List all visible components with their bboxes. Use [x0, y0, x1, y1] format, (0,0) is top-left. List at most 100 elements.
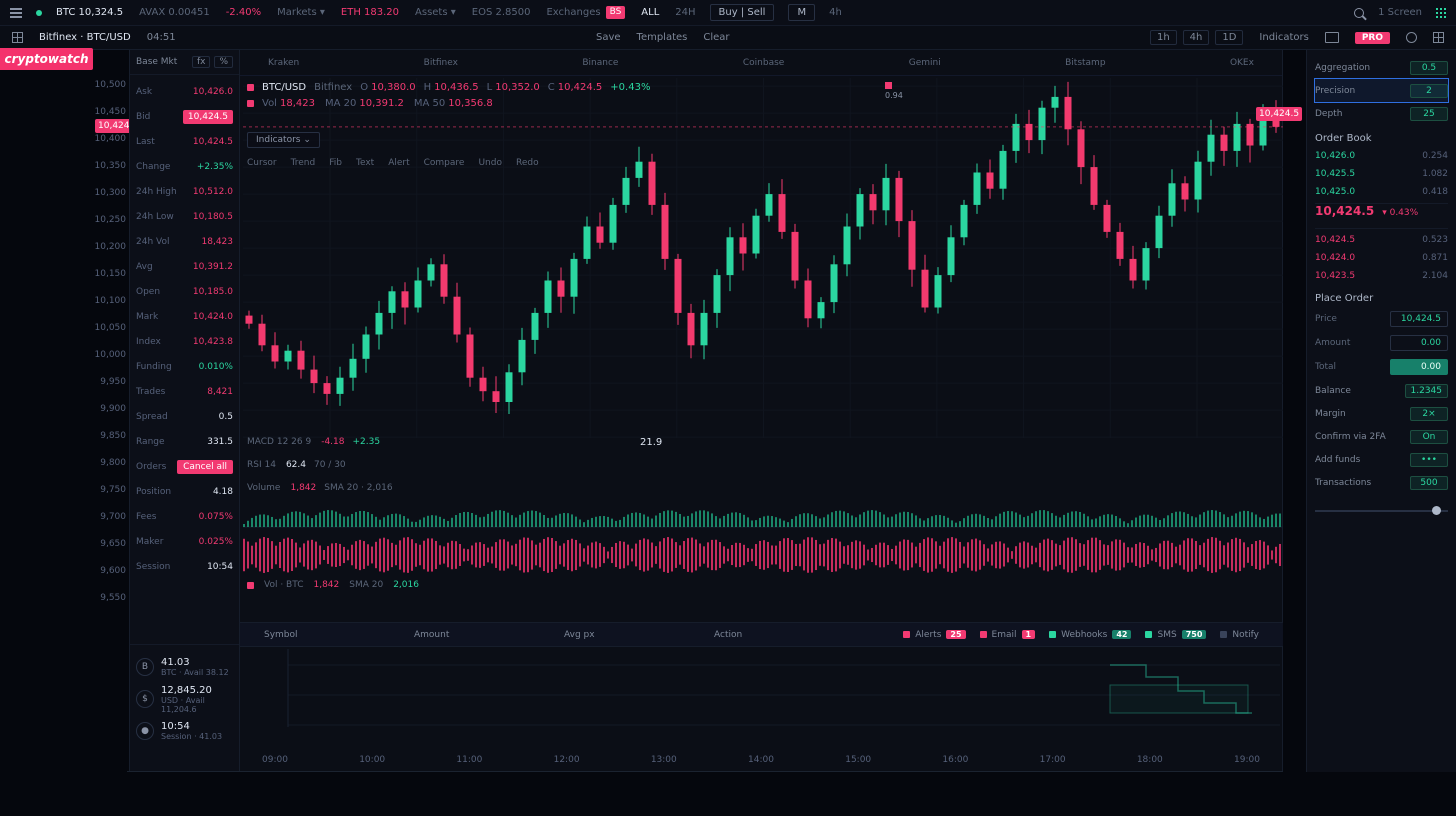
stat-row[interactable]: Avg 10,391.2	[136, 254, 233, 279]
timeframe-quick[interactable]: 4h	[829, 7, 842, 18]
buy-sell-toggle[interactable]: Buy | Sell	[710, 4, 775, 21]
ticker-item[interactable]: EOS 2.8500	[472, 7, 531, 18]
ticker-item[interactable]: Assets ▾	[415, 7, 456, 18]
stat-row[interactable]: Change +2.35%	[136, 154, 233, 179]
slider-handle[interactable]	[1432, 506, 1441, 515]
account-row[interactable]: Transactions 500	[1315, 471, 1448, 494]
control-value[interactable]: 0.5	[1410, 61, 1448, 75]
stat-row[interactable]: Fees 0.075%	[136, 504, 233, 529]
account-row[interactable]: Add funds •••	[1315, 448, 1448, 471]
timeframe-button[interactable]: 4h	[1183, 30, 1210, 45]
chart-tool[interactable]: Undo	[478, 158, 502, 168]
stat-row[interactable]: Last 10,424.5	[136, 129, 233, 154]
balance-row[interactable]: ● 10:54 Session · 41.03	[136, 715, 233, 747]
stat-row[interactable]: 24h Low 10,180.5	[136, 204, 233, 229]
control-value[interactable]: 25	[1410, 107, 1448, 121]
exchange-tab[interactable]: Bitfinex	[424, 58, 458, 68]
account-value[interactable]: 1.2345	[1405, 384, 1449, 398]
exchange-tab[interactable]: Gemini	[909, 58, 941, 68]
chart-tool[interactable]: Cursor	[247, 158, 277, 168]
slider-track[interactable]	[1315, 510, 1448, 512]
toolbar-action[interactable]: Save	[596, 32, 621, 43]
chart-tool[interactable]: Trend	[291, 158, 316, 168]
stat-row[interactable]: Funding 0.010%	[136, 354, 233, 379]
bid-row[interactable]: 10,423.5 2.104	[1315, 267, 1448, 285]
volume-pane[interactable]	[243, 503, 1283, 581]
timeframe-button[interactable]: 1D	[1215, 30, 1243, 45]
market-panel-tab[interactable]: %	[214, 56, 233, 68]
legend-item[interactable]: Email 1	[980, 630, 1036, 640]
market-panel-tab[interactable]: fx	[192, 56, 211, 68]
stat-row[interactable]: 24h High 10,512.0	[136, 179, 233, 204]
chart-tool[interactable]: Redo	[516, 158, 539, 168]
stat-row[interactable]: Position 4.18	[136, 479, 233, 504]
screen-select[interactable]: 1 Screen	[1378, 7, 1422, 18]
stat-row[interactable]: Range 331.5	[136, 429, 233, 454]
account-row[interactable]: Confirm via 2FA On	[1315, 425, 1448, 448]
panels-icon[interactable]	[1433, 32, 1444, 43]
book-control-row[interactable]: Precision 2	[1315, 79, 1448, 102]
stat-row[interactable]: Session 10:54	[136, 554, 233, 579]
pro-badge[interactable]: PRO	[1355, 32, 1390, 44]
bid-row[interactable]: 10,424.0 0.871	[1315, 249, 1448, 267]
ask-row[interactable]: 10,425.5 1.082	[1315, 165, 1448, 183]
field-input[interactable]: 0.00	[1390, 359, 1448, 375]
orders-column-header[interactable]: Symbol	[264, 630, 414, 640]
stat-row[interactable]: Maker 0.025%	[136, 529, 233, 554]
stat-row[interactable]: 24h Vol 18,423	[136, 229, 233, 254]
stat-row[interactable]: Orders Cancel all	[136, 454, 233, 479]
balance-row[interactable]: $ 12,845.20 USD · Avail 11,204.6	[136, 683, 233, 715]
stat-row[interactable]: Trades 8,421	[136, 379, 233, 404]
control-value[interactable]: 2	[1410, 84, 1448, 98]
indicator-row-macd[interactable]: MACD 12 26 9 -4.18+2.35	[247, 437, 380, 447]
field-input[interactable]: 0.00	[1390, 335, 1448, 351]
indicator-row-volume[interactable]: Volume 1,842SMA 20 · 2,016	[247, 483, 393, 493]
ask-row[interactable]: 10,425.0 0.418	[1315, 183, 1448, 201]
exchange-tab[interactable]: Binance	[582, 58, 618, 68]
exchange-tab[interactable]: Coinbase	[743, 58, 784, 68]
ticker-item[interactable]: AVAX 0.00451	[139, 7, 210, 18]
ticker-item[interactable]: -2.40%	[226, 7, 261, 18]
indicators-menu[interactable]: Indicators	[1259, 32, 1308, 43]
mode-button[interactable]: M	[788, 4, 815, 21]
stat-row[interactable]: Index 10,423.8	[136, 329, 233, 354]
field-input[interactable]: 10,424.5	[1390, 311, 1448, 327]
ticker-item[interactable]: Markets ▾	[277, 7, 325, 18]
candlestick-chart[interactable]	[243, 78, 1283, 438]
account-row[interactable]: Margin 2×	[1315, 402, 1448, 425]
chart-tool[interactable]: Text	[356, 158, 374, 168]
alert-marker[interactable]: 0.94	[885, 82, 903, 100]
legend-item[interactable]: SMS 750	[1145, 630, 1206, 640]
indicator-row-rsi[interactable]: RSI 14 62.470 / 30	[247, 460, 346, 470]
orders-column-header[interactable]: Amount	[414, 630, 564, 640]
chart-tool[interactable]: Fib	[329, 158, 342, 168]
layout-grid-icon[interactable]	[12, 32, 23, 43]
ticker-item[interactable]: ALL	[641, 7, 659, 18]
book-control-row[interactable]: Depth 25	[1315, 102, 1448, 125]
chart-tool[interactable]: Compare	[424, 158, 465, 168]
stat-row[interactable]: Bid 10,424.5	[136, 104, 233, 129]
exchange-tab[interactable]: Bitstamp	[1065, 58, 1105, 68]
toolbar-action[interactable]: Clear	[703, 32, 729, 43]
brand-logo[interactable]: cryptowatch	[0, 48, 93, 70]
legend-item[interactable]: Webhooks 42	[1049, 630, 1131, 640]
stat-row[interactable]: Open 10,185.0	[136, 279, 233, 304]
account-value[interactable]: •••	[1410, 453, 1448, 467]
bid-row[interactable]: 10,424.5 0.523	[1315, 231, 1448, 249]
balance-row[interactable]: B 41.03 BTC · Avail 38.12	[136, 651, 233, 683]
account-row[interactable]: Balance 1.2345	[1315, 379, 1448, 402]
ticker-item[interactable]: 24H	[675, 7, 695, 18]
exchange-tab[interactable]: Kraken	[268, 58, 299, 68]
legend-item[interactable]: Notify	[1220, 630, 1259, 640]
menu-icon[interactable]	[10, 12, 22, 14]
time-axis[interactable]: 09:0010:0011:0012:0013:0014:0015:0016:00…	[240, 752, 1282, 768]
ticker-item[interactable]: ETH 183.20	[341, 7, 399, 18]
ticker-item[interactable]: Exchanges BS	[546, 6, 625, 19]
orders-column-header[interactable]: Action	[714, 630, 864, 640]
exchange-tab[interactable]: OKEx	[1230, 58, 1254, 68]
depth-mini-chart[interactable]	[1108, 651, 1254, 725]
toolbar-action[interactable]: Templates	[637, 32, 688, 43]
timeframe-button[interactable]: 1h	[1150, 30, 1177, 45]
chart-tool[interactable]: Alert	[388, 158, 409, 168]
legend-item[interactable]: Alerts 25	[903, 630, 965, 640]
